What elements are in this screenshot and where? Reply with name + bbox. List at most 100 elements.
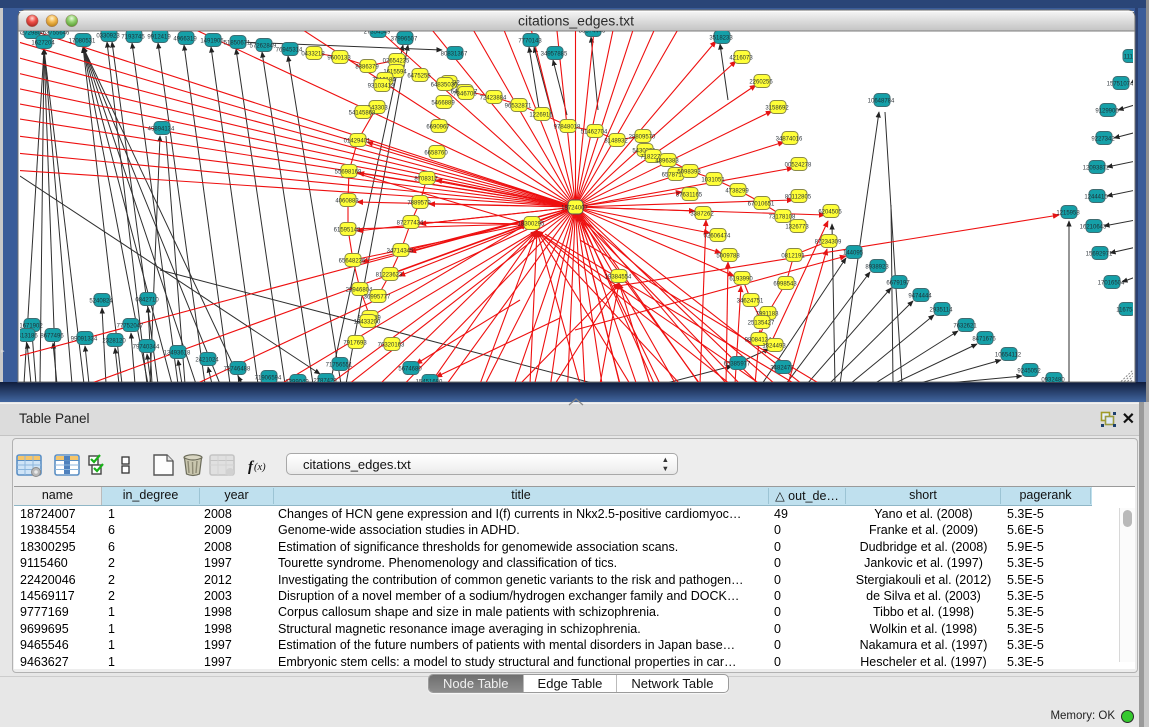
svg-text:80112805: 80112805 <box>785 195 812 201</box>
svg-text:13493618: 13493618 <box>164 351 191 357</box>
svg-text:2328120: 2328120 <box>102 339 126 345</box>
svg-text:64835030: 64835030 <box>431 83 458 89</box>
svg-text:7917693: 7917693 <box>343 341 367 347</box>
svg-text:▸: ▸ <box>1 348 5 355</box>
svg-text:12093872: 12093872 <box>1083 166 1110 172</box>
svg-text:0433218: 0433218 <box>301 52 325 58</box>
svg-text:19384554: 19384554 <box>605 275 632 281</box>
svg-text:8386379: 8386379 <box>355 65 379 71</box>
svg-text:4060883: 4060883 <box>335 199 359 205</box>
svg-text:72423884: 72423884 <box>480 96 507 102</box>
svg-text:9129906: 9129906 <box>1095 109 1119 115</box>
svg-text:1326773: 1326773 <box>785 225 809 231</box>
svg-text:1226916: 1226916 <box>529 113 553 119</box>
svg-text:34714345: 34714345 <box>387 249 414 255</box>
svg-text:8708317: 8708317 <box>414 177 438 183</box>
svg-text:1491905: 1491905 <box>200 39 224 45</box>
svg-text:57262849: 57262849 <box>250 44 277 50</box>
svg-text:0842710: 0842710 <box>135 298 159 304</box>
svg-text:9245052: 9245052 <box>1017 369 1041 375</box>
svg-text:87234309: 87234309 <box>815 240 842 246</box>
svg-text:(x): (x) <box>254 462 266 473</box>
svg-text:79740344: 79740344 <box>133 345 160 351</box>
svg-text:93103413: 93103413 <box>368 84 395 90</box>
svg-text:6204505: 6204505 <box>818 210 842 216</box>
svg-text:60385977: 60385977 <box>724 362 751 368</box>
svg-text:37631165: 37631165 <box>676 193 703 199</box>
svg-text:8938923: 8938923 <box>865 265 889 271</box>
svg-text:97848018: 97848018 <box>554 125 581 131</box>
svg-text:4738299: 4738299 <box>725 189 749 195</box>
svg-text:51850671: 51850671 <box>224 41 251 47</box>
svg-text:2421024: 2421024 <box>195 358 219 364</box>
svg-text:6998543: 6998543 <box>773 282 797 288</box>
svg-text:1627204: 1627204 <box>31 41 55 47</box>
svg-text:10654112: 10654112 <box>995 353 1022 359</box>
svg-text:1244415: 1244415 <box>1084 195 1108 201</box>
svg-text:3518233: 3518233 <box>709 36 733 42</box>
svg-text:0812191: 0812191 <box>781 254 805 260</box>
svg-text:3158692: 3158692 <box>765 106 789 112</box>
svg-text:71756551: 71756551 <box>326 363 353 369</box>
svg-text:80831367: 80831367 <box>441 52 468 58</box>
svg-text:61595148: 61595148 <box>334 228 361 234</box>
svg-text:67010651: 67010651 <box>748 202 775 208</box>
svg-text:49894134: 49894134 <box>148 127 175 133</box>
svg-text:65648236: 65648236 <box>339 259 366 265</box>
svg-text:71746488: 71746488 <box>224 367 251 373</box>
svg-text:3387262: 3387262 <box>690 212 714 218</box>
svg-text:81223623: 81223623 <box>376 273 403 279</box>
svg-text:7889579: 7889579 <box>407 201 431 207</box>
svg-text:6679197: 6679197 <box>886 281 910 287</box>
svg-text:16210643: 16210643 <box>1080 225 1107 231</box>
svg-text:10648784: 10648784 <box>868 99 895 105</box>
svg-text:5674680: 5674680 <box>398 367 422 373</box>
svg-text:9474444: 9474444 <box>908 294 932 300</box>
svg-text:37996507: 37996507 <box>391 37 418 43</box>
svg-text:02606474: 02606474 <box>704 234 731 240</box>
svg-text:01429401: 01429401 <box>344 139 371 145</box>
svg-text:6658760: 6658760 <box>424 151 448 157</box>
svg-text:76320163: 76320163 <box>378 343 405 349</box>
svg-text:9600133: 9600133 <box>327 56 351 62</box>
svg-text:9912419: 9912419 <box>147 35 171 41</box>
svg-text:29946804: 29946804 <box>346 288 373 294</box>
svg-text:18724007: 18724007 <box>561 206 588 212</box>
svg-text:citations_edges.txt: citations_edges.txt <box>518 13 634 29</box>
svg-text:17080531: 17080531 <box>69 39 96 45</box>
svg-text:144095: 144095 <box>843 251 864 257</box>
svg-text:7193745: 7193745 <box>121 35 145 41</box>
svg-text:53755646: 53755646 <box>43 31 70 37</box>
svg-text:4216073: 4216073 <box>729 56 753 62</box>
svg-text:00524278: 00524278 <box>785 163 812 169</box>
svg-text:17016504: 17016504 <box>1098 281 1125 287</box>
svg-text:5240824: 5240824 <box>89 299 113 305</box>
svg-text:2260256: 2260256 <box>749 80 773 86</box>
svg-text:55698169: 55698169 <box>335 170 362 176</box>
svg-text:3482477: 3482477 <box>770 366 794 372</box>
svg-text:18300295: 18300295 <box>518 222 545 228</box>
svg-text:77752047: 77752047 <box>117 324 144 330</box>
svg-text:51462704: 51462704 <box>581 130 608 136</box>
svg-text:1031051: 1031051 <box>701 178 725 184</box>
svg-text:5466889: 5466889 <box>431 101 455 107</box>
svg-text:6475255: 6475255 <box>407 74 431 80</box>
svg-text:36995777: 36995777 <box>364 295 391 301</box>
svg-text:25135427: 25135427 <box>748 321 775 327</box>
svg-text:15751074: 15751074 <box>1107 82 1134 88</box>
svg-text:8471676: 8471676 <box>972 337 996 343</box>
svg-text:2935114: 2935114 <box>930 308 954 314</box>
svg-text:99091334: 99091334 <box>71 337 98 343</box>
svg-text:28809570: 28809570 <box>629 135 656 141</box>
svg-text:13433200: 13433200 <box>354 320 381 326</box>
svg-text:9227342: 9227342 <box>1091 137 1115 143</box>
svg-text:34957885: 34957885 <box>541 52 568 58</box>
svg-text:15692971: 15692971 <box>1086 252 1113 258</box>
svg-text:1824493: 1824493 <box>762 344 786 350</box>
svg-text:96532871: 96532871 <box>505 104 532 110</box>
svg-text:7346706: 7346706 <box>453 92 477 98</box>
svg-text:5009788: 5009788 <box>716 254 740 260</box>
svg-text:34624751: 34624751 <box>737 299 764 305</box>
svg-text:5098393: 5098393 <box>677 170 701 176</box>
svg-text:7770143: 7770143 <box>518 39 542 45</box>
